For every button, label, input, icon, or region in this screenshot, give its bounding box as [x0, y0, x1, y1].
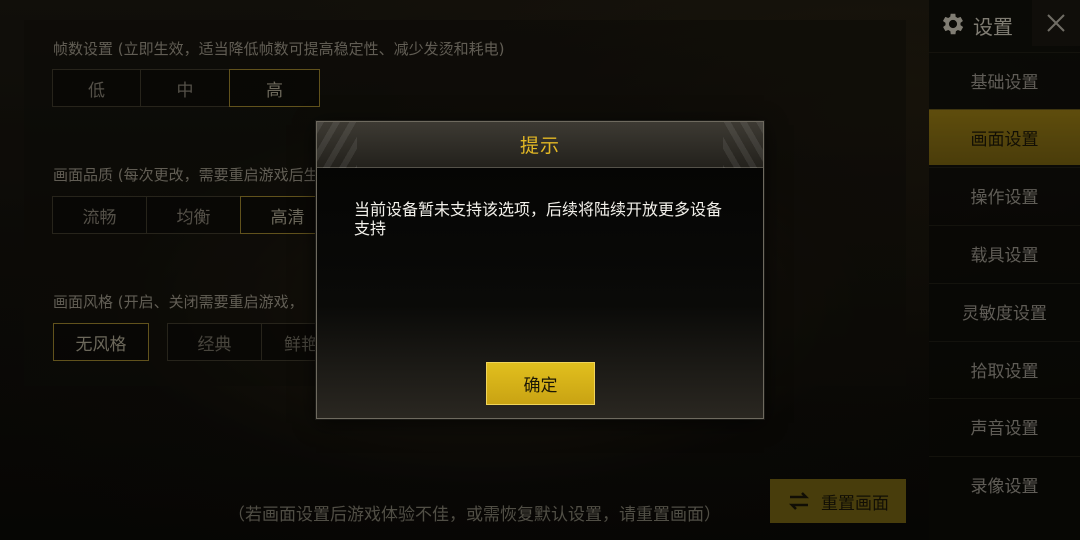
header-decoration-left: [317, 122, 357, 168]
header-decoration-right: [723, 122, 763, 168]
dialog-header: 提示: [317, 122, 763, 168]
dialog-title: 提示: [519, 135, 560, 157]
notice-dialog: 提示 当前设备暂未支持该选项，后续将陆续开放更多设备支持 确定: [316, 121, 764, 419]
confirm-button[interactable]: 确定: [486, 362, 595, 405]
dialog-message: 当前设备暂未支持该选项，后续将陆续开放更多设备支持: [354, 200, 723, 238]
